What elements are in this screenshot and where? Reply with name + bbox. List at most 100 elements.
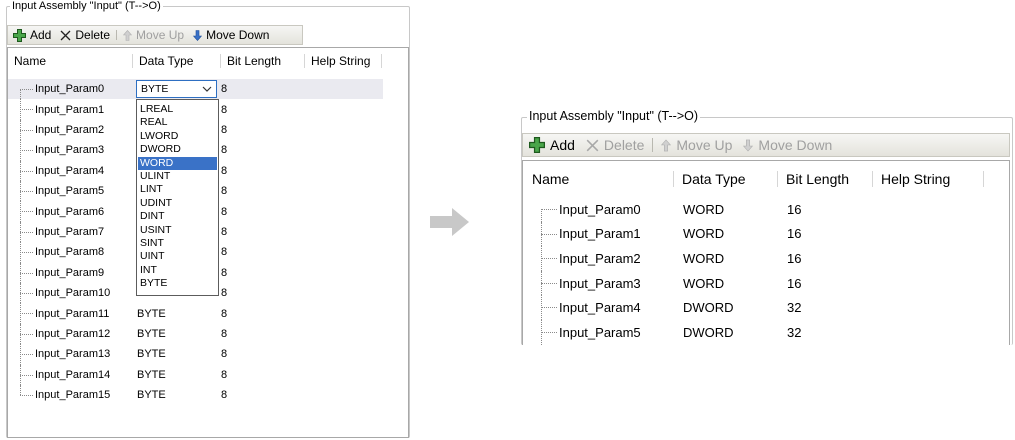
data-type-cell: WORD [683,201,725,217]
bit-length-cell: 8 [221,103,228,116]
tree-connector [8,385,35,405]
right-delete-button[interactable]: Delete [586,137,644,153]
column-header-data-type[interactable]: Data Type [674,171,778,187]
table-row[interactable]: Input_Param4 DWORD 32 [523,295,1009,320]
left-add-button[interactable]: Add [13,28,51,42]
right-move-up-button[interactable]: Move Up [661,137,732,153]
bit-length-cell: 8 [221,185,228,198]
right-add-label: Add [550,137,575,153]
left-move-down-button[interactable]: Move Down [193,28,269,42]
param-name: Input_Param0 [559,201,641,217]
left-add-label: Add [30,28,52,42]
table-row[interactable]: Input_Param14 BYTE 8 [8,364,408,385]
chevron-down-icon[interactable] [202,86,212,93]
dropdown-option[interactable]: BYTE [138,277,217,290]
right-grid-header: Name Data Type Bit Length Help String [523,161,1009,197]
table-row[interactable]: Input_Param0 WORD 16 [523,197,1009,222]
dropdown-option[interactable]: UINT [138,250,217,263]
param-name: Input_Param1 [35,103,105,116]
table-row[interactable]: Input_Param2 WORD 16 [523,246,1009,271]
right-data-grid[interactable]: Name Data Type Bit Length Help String In… [522,160,1010,345]
dropdown-option[interactable]: LWORD [138,130,217,143]
dropdown-option[interactable]: ULINT [138,170,217,183]
tree-connector [523,246,559,271]
param-name: Input_Param1 [559,226,641,242]
dropdown-option[interactable]: LREAL [138,103,217,116]
bit-length-cell: 16 [787,201,802,217]
bit-length-cell: 8 [221,307,228,320]
param-name: Input_Param4 [559,300,641,316]
bit-length-cell: 32 [787,324,802,340]
dropdown-option[interactable]: DWORD [138,143,217,156]
bit-length-cell: 8 [221,83,228,96]
right-move-down-button[interactable]: Move Down [743,137,832,153]
arrow-down-icon [193,29,203,41]
left-data-grid[interactable]: Name Data Type Bit Length Help String In… [7,47,409,438]
right-delete-label: Delete [603,137,645,153]
left-delete-button[interactable]: Delete [60,28,110,42]
dropdown-option[interactable]: UDINT [138,197,217,210]
column-header-help-string[interactable]: Help String [873,171,984,187]
data-type-cell: WORD [683,250,725,266]
data-type-combobox[interactable]: BYTE [136,80,217,98]
arrow-up-icon [123,29,133,41]
dropdown-option[interactable]: DINT [138,210,217,223]
tree-connector [8,140,35,161]
table-row[interactable]: Input_Param15 BYTE 8 [8,385,408,405]
right-add-button[interactable]: Add [529,137,575,153]
right-toolbar: Add Delete Move Up Move Down [522,133,1010,157]
table-row[interactable]: Input_Param11 BYTE 8 [8,303,408,324]
bit-length-cell: 8 [221,368,228,381]
plus-icon [529,137,545,153]
bit-length-cell: 16 [787,226,802,242]
dropdown-option[interactable]: INT [138,264,217,277]
data-type-cell: WORD [683,226,725,242]
column-header-data-type[interactable]: Data Type [133,54,221,68]
column-header-help-string[interactable]: Help String [305,54,382,68]
param-name: Input_Param0 [35,83,105,96]
param-name: Input_Param11 [35,307,110,320]
table-row[interactable]: Input_Param5 DWORD 32 [523,320,1009,345]
bit-length-cell: 8 [221,246,228,259]
arrow-up-icon [661,138,672,151]
data-type-dropdown[interactable]: LREAL REAL LWORD DWORD WORD ULINT LINT UDINT DIN… [136,99,219,296]
param-name: Input_Param7 [35,225,105,238]
table-row[interactable]: Input_Param13 BYTE 8 [8,344,408,365]
param-name: Input_Param8 [35,246,105,259]
data-type-cell: BYTE [137,327,166,340]
param-name: Input_Param2 [35,123,105,136]
dropdown-option[interactable]: SINT [138,237,217,250]
tree-connector [8,242,35,263]
tree-connector [523,197,559,222]
table-row[interactable]: Input_Param3 WORD 16 [523,270,1009,296]
dropdown-option[interactable]: LINT [138,183,217,196]
column-header-name[interactable]: Name [8,54,133,68]
param-name: Input_Param9 [35,266,105,279]
tree-connector [8,79,35,100]
param-name: Input_Param12 [35,327,111,340]
dropdown-option[interactable]: WORD [138,156,217,170]
table-row[interactable]: Input_Param1 WORD 16 [523,221,1009,247]
bit-length-cell: 32 [787,300,802,316]
table-row[interactable]: Input_Param12 BYTE 8 [8,323,408,345]
left-move-up-button[interactable]: Move Up [123,28,184,42]
right-move-up-label: Move Up [676,137,733,153]
x-icon [586,139,599,151]
column-header-bit-length[interactable]: Bit Length [221,54,305,68]
tree-connector [8,201,35,222]
column-header-bit-length[interactable]: Bit Length [778,171,873,187]
arrow-right-icon [430,208,469,236]
dropdown-option[interactable]: REAL [138,116,217,129]
left-grid-header: Name Data Type Bit Length Help String [8,48,408,74]
tree-connector [8,283,35,304]
plus-icon [13,28,26,42]
x-icon [60,30,71,40]
tree-connector [8,364,35,385]
right-move-down-label: Move Down [758,137,833,153]
column-header-name[interactable]: Name [523,171,674,187]
tree-connector [8,262,35,283]
bit-length-cell: 8 [221,164,228,177]
dropdown-option[interactable]: USINT [138,224,217,237]
param-name: Input_Param5 [35,185,105,198]
data-type-cell: BYTE [137,348,166,361]
